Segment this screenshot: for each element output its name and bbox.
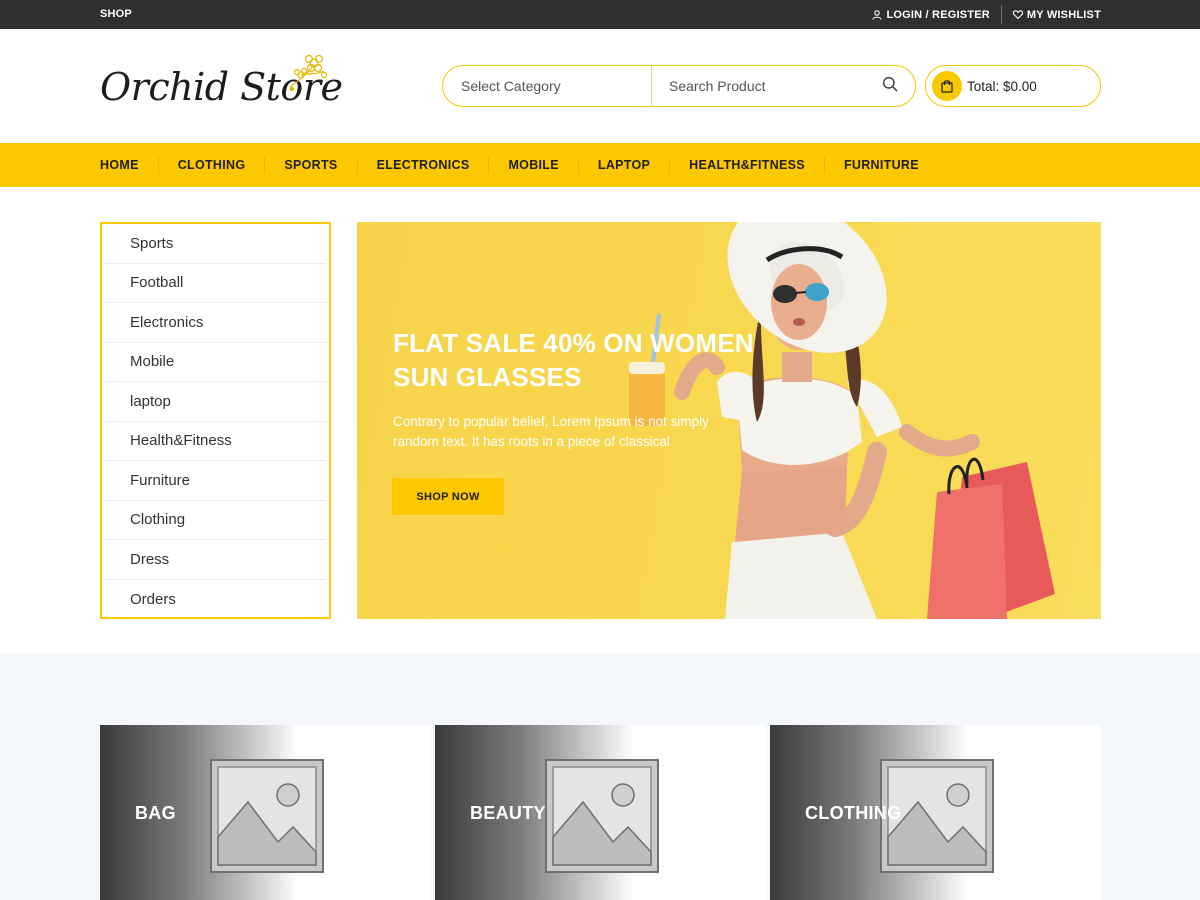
sidebar-item-dress[interactable]: Dress — [105, 540, 326, 580]
nav-item-health-fitness[interactable]: HEALTH&FITNESS — [689, 156, 844, 174]
sidebar-item-orders[interactable]: Orders — [105, 580, 326, 620]
image-placeholder-icon — [208, 757, 326, 880]
login-register-label: LOGIN / REGISTER — [886, 8, 990, 21]
hero-banner: FLAT SALE 40% ON WOMEN SUN GLASSES Contr… — [357, 222, 1101, 619]
nav-divider — [157, 156, 159, 174]
site-header: Orchid Store Select Category Search Prod… — [0, 29, 1200, 143]
cart-button[interactable]: Total: $0.00 — [925, 65, 1101, 107]
divider — [1000, 5, 1002, 24]
category-label: CLOTHING — [805, 803, 902, 823]
nav-divider — [264, 156, 266, 174]
nav-divider — [669, 156, 671, 174]
nav-item-laptop[interactable]: LAPTOP — [598, 156, 689, 174]
search-input[interactable] — [652, 66, 865, 106]
search-button[interactable] — [865, 66, 915, 106]
nav-divider — [356, 156, 358, 174]
sidebar-item-sports[interactable]: Sports — [105, 224, 326, 264]
user-icon — [872, 9, 883, 20]
banner-description: Contrary to popular belief, Lorem Ipsum … — [393, 414, 709, 449]
wishlist-link[interactable]: MY WISHLIST — [1012, 8, 1101, 21]
wishlist-label: MY WISHLIST — [1026, 8, 1101, 21]
category-select[interactable]: Select Category — [443, 66, 652, 106]
nav-divider — [823, 156, 825, 174]
banner-title: FLAT SALE 40% ON WOMEN SUN GLASSES — [393, 328, 754, 392]
sidebar-item-football[interactable]: Football — [105, 264, 326, 303]
top-bar-links: LOGIN / REGISTER MY WISHLIST — [872, 0, 1101, 29]
nav-item-electronics[interactable]: ELECTRONICS — [377, 156, 509, 174]
sidebar-item-mobile[interactable]: Mobile — [105, 343, 326, 382]
main-nav: HOME CLOTHING SPORTS ELECTRONICS MOBILE … — [0, 143, 1200, 187]
nav-item-clothing[interactable]: CLOTHING — [178, 156, 285, 174]
category-label: BEAUTY — [470, 803, 546, 823]
flower-icon — [286, 51, 330, 96]
sidebar-item-laptop[interactable]: laptop — [105, 382, 326, 422]
category-section: BAG BEAUTY CLOTHING — [0, 653, 1200, 900]
shop-now-button[interactable]: SHOP NOW — [392, 478, 504, 515]
sidebar-item-clothing[interactable]: Clothing — [105, 501, 326, 540]
nav-item-furniture[interactable]: FURNITURE — [844, 158, 919, 172]
nav-item-sports[interactable]: SPORTS — [284, 156, 376, 174]
image-placeholder-icon — [543, 757, 661, 880]
category-card-clothing[interactable]: CLOTHING — [770, 725, 1101, 900]
category-card-beauty[interactable]: BEAUTY — [435, 725, 766, 900]
category-sidebar: Sports Football Electronics Mobile lapto… — [100, 222, 331, 619]
category-label: BAG — [135, 803, 176, 823]
top-bar: SHOP LOGIN / REGISTER MY WISHLIST — [0, 0, 1200, 29]
search-icon — [882, 76, 898, 97]
sidebar-item-health-fitness[interactable]: Health&Fitness — [105, 422, 326, 461]
shopping-bag-icon — [932, 71, 962, 101]
sidebar-item-furniture[interactable]: Furniture — [105, 461, 326, 501]
search-bar: Select Category — [442, 65, 916, 107]
nav-item-home[interactable]: HOME — [100, 156, 178, 174]
heart-icon — [1012, 10, 1023, 19]
nav-item-mobile[interactable]: MOBILE — [508, 156, 597, 174]
category-card-bag[interactable]: BAG — [100, 725, 431, 900]
site-logo[interactable]: Orchid Store — [100, 51, 343, 113]
shop-link[interactable]: SHOP — [100, 8, 132, 20]
cart-total: Total: $0.00 — [967, 78, 1037, 94]
nav-divider — [488, 156, 490, 174]
sidebar-item-electronics[interactable]: Electronics — [105, 303, 326, 343]
login-register-link[interactable]: LOGIN / REGISTER — [872, 8, 990, 21]
nav-divider — [577, 156, 579, 174]
